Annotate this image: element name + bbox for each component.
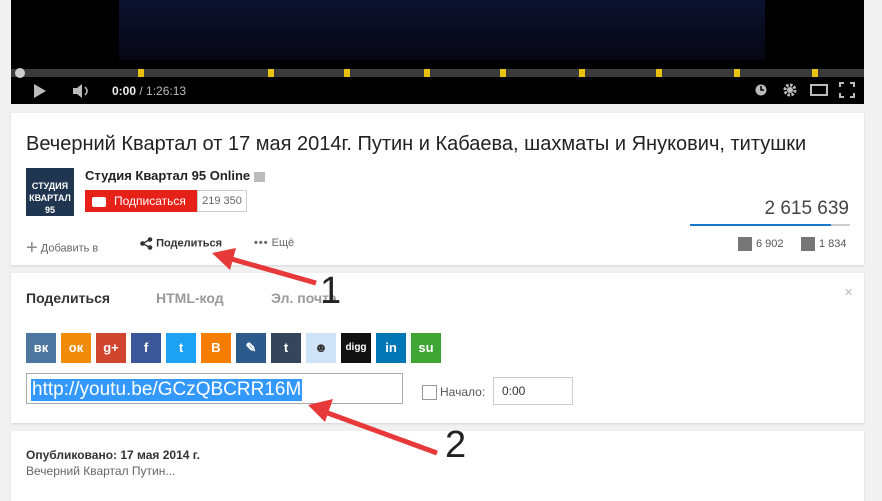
arrowhead-1 xyxy=(212,248,236,270)
arrowhead-2 xyxy=(308,399,333,422)
arrow-line-1 xyxy=(227,255,317,286)
annotation-arrows xyxy=(212,248,438,456)
annotation-number-2: 2 xyxy=(445,424,467,466)
annotation-number-1: 1 xyxy=(320,270,342,312)
arrow-line-2 xyxy=(324,409,438,456)
